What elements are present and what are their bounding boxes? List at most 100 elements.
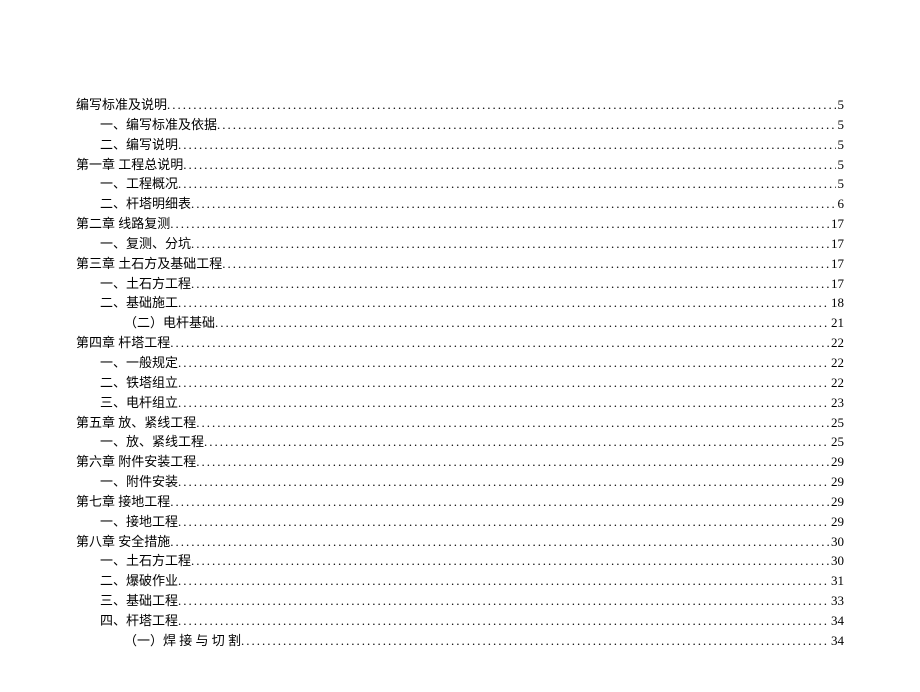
toc-title: 第八章 安全措施 [76, 533, 170, 552]
toc-entry: 二、爆破作业 31 [76, 572, 844, 591]
toc-page-number: 17 [829, 215, 844, 234]
toc-entry: 一、土石方工程 17 [76, 275, 844, 294]
toc-leader-dots [178, 572, 829, 591]
toc-title: 第七章 接地工程 [76, 493, 170, 512]
toc-page-number: 25 [829, 414, 844, 433]
toc-leader-dots [191, 275, 829, 294]
toc-leader-dots [178, 612, 829, 631]
toc-entry: 一、一般规定 22 [76, 354, 844, 373]
toc-title: 二、爆破作业 [100, 572, 178, 591]
toc-entry: （一）焊 接 与 切 割 34 [76, 632, 844, 651]
toc-entry: 一、工程概况 5 [76, 175, 844, 194]
toc-leader-dots [178, 473, 829, 492]
toc-title: 一、放、紧线工程 [100, 433, 204, 452]
toc-title: 一、工程概况 [100, 175, 178, 194]
toc-page-number: 25 [829, 433, 844, 452]
toc-entry: 第一章 工程总说明5 [76, 156, 844, 175]
toc-leader-dots [178, 513, 829, 532]
toc-entry: 编写标准及说明 5 [76, 96, 844, 115]
toc-entry: 一、土石方工程 30 [76, 552, 844, 571]
toc-title: 三、基础工程 [100, 592, 178, 611]
toc-entry: 三、电杆组立 23 [76, 394, 844, 413]
toc-leader-dots [167, 96, 835, 115]
toc-leader-dots [217, 116, 835, 135]
toc-entry: 二、铁塔组立22 [76, 374, 844, 393]
toc-leader-dots [170, 493, 829, 512]
toc-page-number: 29 [829, 513, 844, 532]
toc-leader-dots [191, 195, 835, 214]
table-of-contents: 编写标准及说明5一、编写标准及依据5二、编写说明5第一章 工程总说明5一、工程概… [76, 96, 844, 651]
toc-leader-dots [183, 156, 835, 175]
toc-leader-dots [215, 314, 829, 333]
toc-entry: 一、复测、分坑 17 [76, 235, 844, 254]
toc-entry: 三、基础工程33 [76, 592, 844, 611]
toc-leader-dots [204, 433, 829, 452]
toc-leader-dots [196, 453, 829, 472]
toc-leader-dots [191, 235, 829, 254]
toc-leader-dots [222, 255, 829, 274]
toc-page-number: 29 [829, 493, 844, 512]
toc-page-number: 34 [829, 632, 844, 651]
toc-title: 三、电杆组立 [100, 394, 178, 413]
toc-title: 第五章 放、紧线工程 [76, 414, 196, 433]
toc-entry: （二）电杆基础21 [76, 314, 844, 333]
toc-title: 一、一般规定 [100, 354, 178, 373]
toc-title: 二、编写说明 [100, 136, 178, 155]
toc-title: （一）焊 接 与 切 割 [124, 632, 241, 651]
toc-entry: 二、基础施工 18 [76, 294, 844, 313]
toc-page-number: 5 [836, 116, 845, 135]
toc-title: 第六章 附件安装工程 [76, 453, 196, 472]
toc-leader-dots [170, 215, 829, 234]
toc-page-number: 5 [836, 175, 845, 194]
toc-entry: 四、杆塔工程34 [76, 612, 844, 631]
toc-title: 一、复测、分坑 [100, 235, 191, 254]
toc-page-number: 30 [829, 533, 844, 552]
toc-page-number: 5 [836, 96, 845, 115]
toc-leader-dots [191, 552, 829, 571]
toc-leader-dots [196, 414, 829, 433]
toc-title: 第三章 土石方及基础工程 [76, 255, 222, 274]
toc-title: 四、杆塔工程 [100, 612, 178, 631]
toc-page-number: 22 [829, 374, 844, 393]
toc-page-number: 29 [829, 473, 844, 492]
toc-title: 一、土石方工程 [100, 552, 191, 571]
toc-leader-dots [178, 592, 829, 611]
toc-entry: 二、编写说明 5 [76, 136, 844, 155]
toc-entry: 一、附件安装 29 [76, 473, 844, 492]
toc-title: 编写标准及说明 [76, 96, 167, 115]
toc-entry: 二、杆塔明细表 6 [76, 195, 844, 214]
toc-page-number: 31 [829, 572, 844, 591]
toc-entry: 第四章 杆塔工程 22 [76, 334, 844, 353]
toc-title: 第一章 工程总说明 [76, 156, 183, 175]
toc-page-number: 18 [829, 294, 844, 313]
toc-title: 一、附件安装 [100, 473, 178, 492]
toc-entry: 一、放、紧线工程 25 [76, 433, 844, 452]
toc-page-number: 30 [829, 552, 844, 571]
toc-page-number: 23 [829, 394, 844, 413]
toc-title: 一、接地工程 [100, 513, 178, 532]
toc-page-number: 17 [829, 235, 844, 254]
toc-leader-dots [178, 354, 829, 373]
toc-title: 第二章 线路复测 [76, 215, 170, 234]
toc-entry: 第七章 接地工程 29 [76, 493, 844, 512]
toc-page-number: 6 [836, 195, 845, 214]
toc-leader-dots [178, 294, 829, 313]
toc-title: 第四章 杆塔工程 [76, 334, 170, 353]
toc-page-number: 5 [836, 136, 845, 155]
toc-page-number: 17 [829, 255, 844, 274]
toc-page-number: 29 [829, 453, 844, 472]
toc-page-number: 17 [829, 275, 844, 294]
toc-leader-dots [170, 334, 829, 353]
toc-title: 二、杆塔明细表 [100, 195, 191, 214]
toc-entry: 一、编写标准及依据 5 [76, 116, 844, 135]
toc-title: 二、基础施工 [100, 294, 178, 313]
toc-entry: 第六章 附件安装工程 29 [76, 453, 844, 472]
toc-page-number: 22 [829, 334, 844, 353]
toc-page-number: 21 [829, 314, 844, 333]
toc-title: 一、编写标准及依据 [100, 116, 217, 135]
toc-leader-dots [178, 394, 829, 413]
toc-title: 一、土石方工程 [100, 275, 191, 294]
toc-entry: 第二章 线路复测 17 [76, 215, 844, 234]
toc-leader-dots [241, 632, 829, 651]
toc-page-number: 22 [829, 354, 844, 373]
